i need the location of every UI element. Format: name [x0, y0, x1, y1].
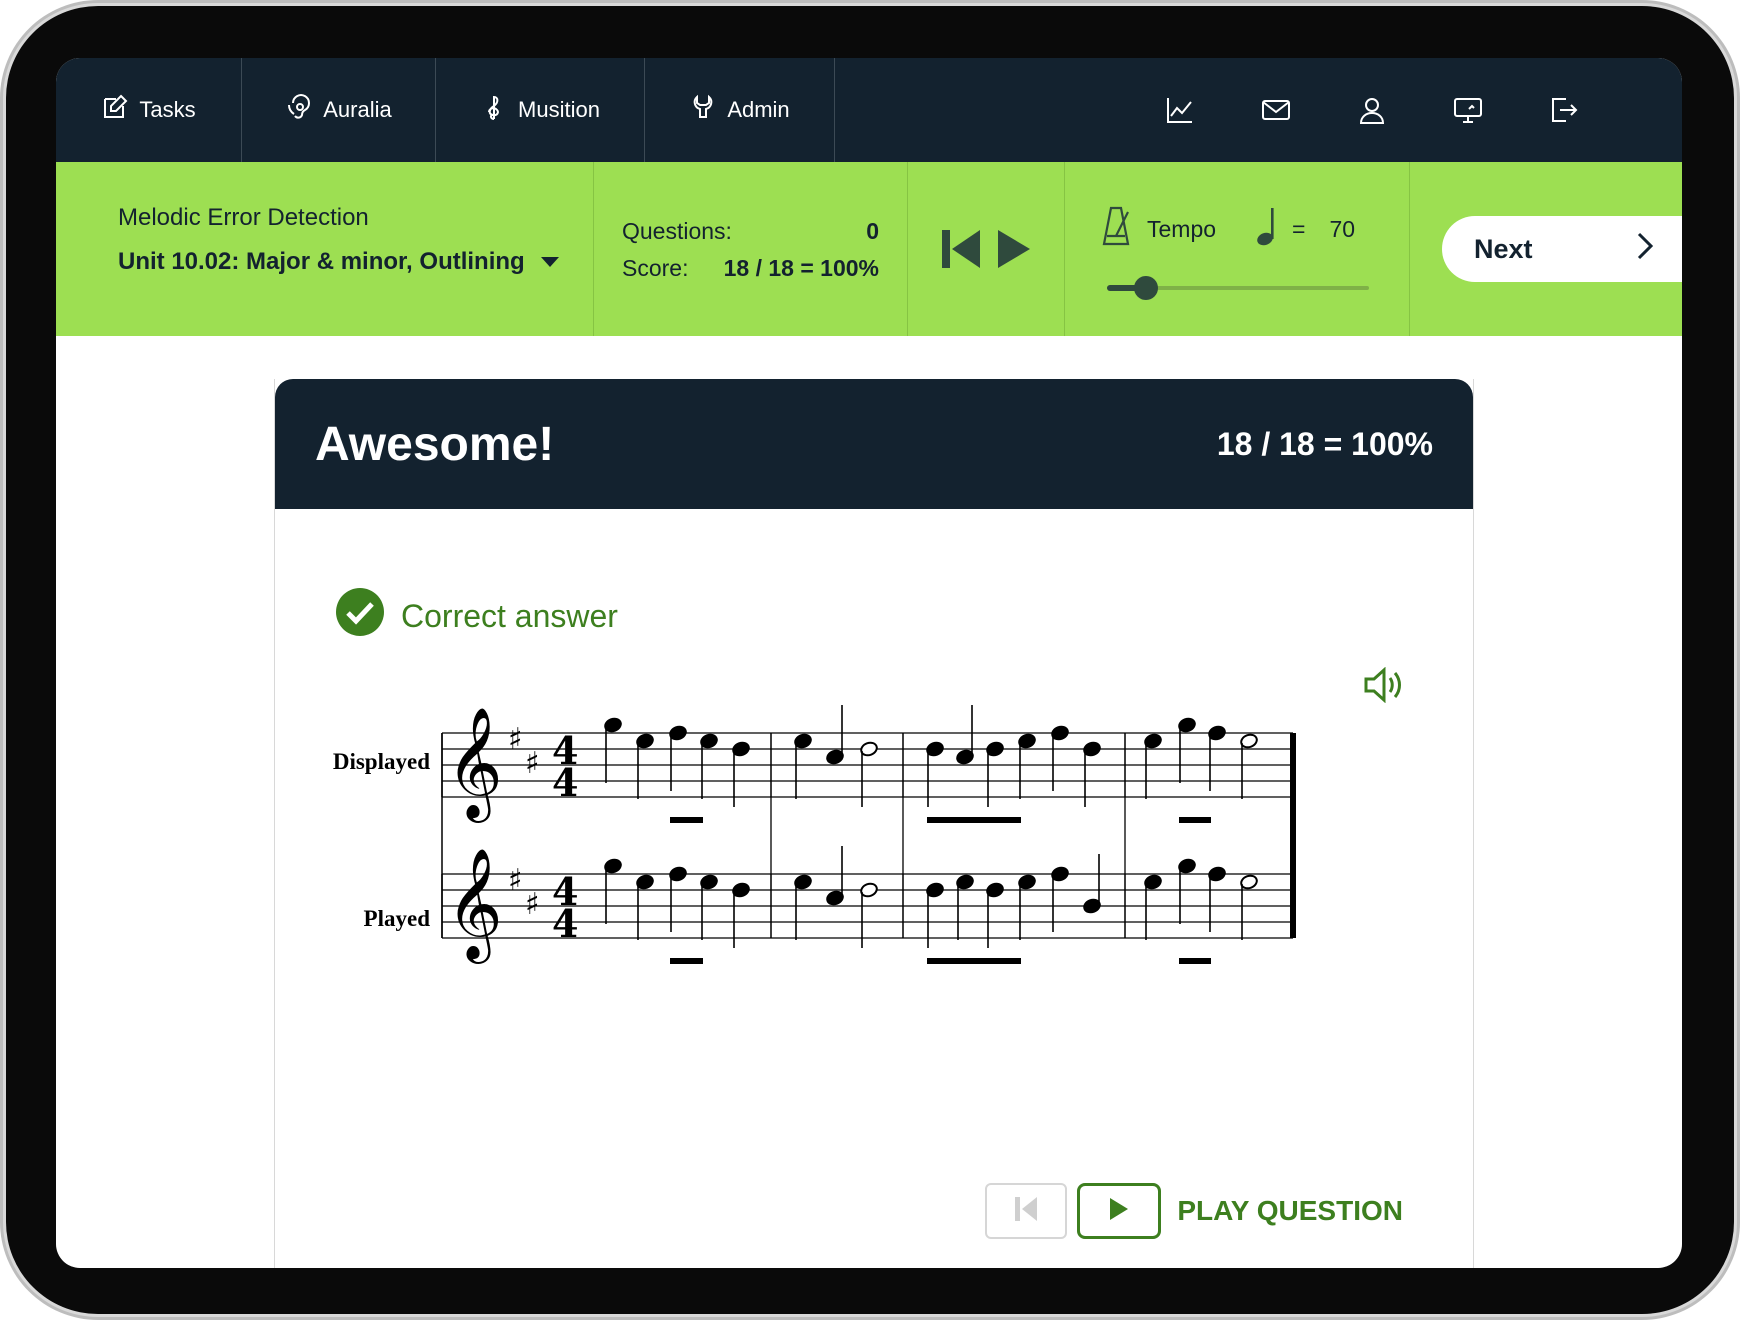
nav-utility-icons	[1132, 58, 1682, 162]
play-icon	[1108, 1196, 1130, 1227]
play-question-button[interactable]	[1077, 1183, 1162, 1239]
score-value: 18 / 18 = 100%	[723, 255, 879, 281]
metronome-icon	[1101, 206, 1131, 252]
chevron-right-icon	[1636, 231, 1654, 268]
logout-icon[interactable]	[1516, 58, 1612, 162]
result-card: Awesome! 18 / 18 = 100% Correct answer 𝄞…	[274, 379, 1474, 1268]
play-icon[interactable]	[996, 228, 1032, 270]
play-question-label[interactable]: PLAY QUESTION	[1177, 1195, 1403, 1227]
staff-label-displayed: Displayed	[333, 749, 430, 774]
verdict: Correct answer	[335, 587, 618, 645]
tempo-slider[interactable]	[1107, 274, 1369, 302]
staff-label-played: Played	[364, 906, 431, 931]
skip-back-icon	[1013, 1195, 1039, 1228]
nav-tab-auralia[interactable]: Auralia	[242, 58, 436, 162]
score-panel: Questions: 0 Score: 18 / 18 = 100%	[594, 162, 908, 336]
nav-tab-musition[interactable]: Musition	[436, 58, 645, 162]
slider-knob[interactable]	[1134, 276, 1159, 300]
key-signature-sharp: ♯	[508, 863, 523, 898]
quarter-note-icon	[1256, 206, 1278, 252]
monitor-icon[interactable]	[1420, 58, 1516, 162]
nav-tab-tasks[interactable]: Tasks	[56, 58, 242, 162]
exercise-toolbar: Melodic Error Detection Unit 10.02: Majo…	[56, 162, 1682, 336]
next-area: Next	[1410, 162, 1682, 336]
exercise-selector: Melodic Error Detection Unit 10.02: Majo…	[56, 162, 594, 336]
key-signature-sharp: ♯	[525, 746, 540, 781]
nav-tab-label: Musition	[518, 97, 600, 122]
music-score: 𝄞 ♯♯ 44𝄞 ♯♯ 44 Displayed Played	[333, 705, 1296, 964]
tempo-equals: =	[1292, 215, 1306, 242]
nav-tab-label: Auralia	[323, 97, 392, 122]
question-transport	[908, 162, 1065, 336]
previous-question-icon[interactable]	[940, 228, 982, 270]
chart-icon[interactable]	[1132, 58, 1228, 162]
tempo-control: Tempo = 70	[1065, 162, 1410, 336]
note-beam	[1179, 817, 1211, 823]
mail-icon[interactable]	[1228, 58, 1324, 162]
unit-dropdown[interactable]: Unit 10.02: Major & minor, Outlining	[118, 248, 593, 276]
tempo-value: 70	[1329, 215, 1356, 242]
next-label: Next	[1474, 233, 1533, 264]
note-beam	[670, 817, 703, 823]
questions-label: Questions:	[622, 218, 732, 244]
nav-tab-label: Admin	[727, 97, 790, 122]
key-signature-sharp: ♯	[508, 722, 523, 757]
rewind-button[interactable]	[985, 1183, 1068, 1239]
wrench-icon	[689, 93, 717, 127]
tempo-label: Tempo	[1147, 215, 1217, 242]
tablet-frame: Tasks Auralia Musition Admin Melodic Err…	[6, 6, 1734, 1314]
next-button[interactable]: Next	[1442, 216, 1682, 282]
user-icon[interactable]	[1324, 58, 1420, 162]
questions-value: 0	[866, 218, 879, 244]
top-navigation: Tasks Auralia Musition Admin	[56, 58, 1682, 162]
nav-tab-admin[interactable]: Admin	[645, 58, 835, 162]
nav-tab-label: Tasks	[139, 97, 196, 122]
result-score: 18 / 18 = 100%	[1216, 425, 1433, 462]
caret-down-icon	[540, 257, 559, 267]
ear-icon	[285, 93, 313, 127]
result-headline: Awesome!	[315, 417, 555, 471]
result-header: Awesome! 18 / 18 = 100%	[275, 379, 1473, 509]
check-circle-icon	[335, 587, 385, 645]
treble-clef: 𝄞	[446, 706, 503, 823]
screen: Tasks Auralia Musition Admin Melodic Err…	[56, 58, 1682, 1268]
edit-icon	[101, 93, 129, 127]
note-beam	[927, 958, 1021, 964]
treble-clef: 𝄞	[446, 847, 503, 964]
exercise-title: Melodic Error Detection	[118, 204, 369, 231]
play-controls: PLAY QUESTION	[985, 1183, 1403, 1239]
time-signature-bottom: 4	[552, 760, 578, 805]
note-beam	[927, 817, 1021, 823]
treble-clef-icon	[480, 93, 508, 127]
key-signature-sharp: ♯	[525, 887, 540, 922]
note-beam	[670, 958, 703, 964]
verdict-text: Correct answer	[401, 597, 618, 634]
unit-label: Unit 10.02: Major & minor, Outlining	[118, 248, 525, 275]
score-label: Score:	[622, 255, 689, 281]
note-beam	[1179, 958, 1211, 964]
time-signature-bottom: 4	[552, 901, 578, 946]
